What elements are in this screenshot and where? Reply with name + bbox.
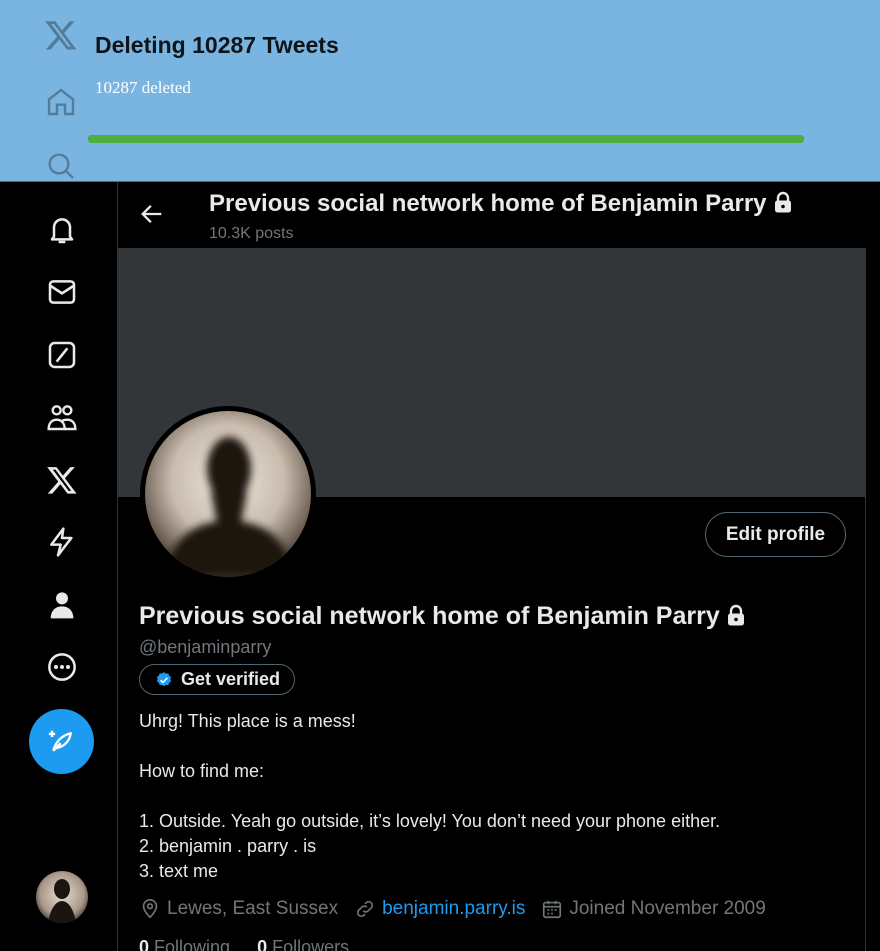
premium-nav[interactable] bbox=[44, 462, 80, 498]
banner-title: Deleting 10287 Tweets bbox=[95, 32, 339, 58]
progress-fill bbox=[88, 135, 804, 143]
followers-label: Followers bbox=[272, 937, 350, 951]
compose-post-button[interactable] bbox=[29, 709, 94, 774]
lock-icon bbox=[774, 191, 791, 213]
follow-stats: 0 Following 0 Followers bbox=[139, 937, 371, 951]
profile-bio: Uhrg! This place is a mess! How to find … bbox=[139, 711, 721, 881]
link-icon bbox=[357, 900, 374, 918]
website-item: benjamin.parry.is bbox=[354, 898, 525, 920]
deletion-progress-bar bbox=[88, 135, 804, 143]
following-link[interactable]: 0 Following bbox=[139, 937, 230, 951]
communities-icon bbox=[47, 405, 77, 431]
premium-x-icon bbox=[47, 467, 77, 494]
account-avatar[interactable] bbox=[36, 871, 88, 923]
profile-avatar-image bbox=[145, 411, 311, 577]
profile-icon bbox=[50, 592, 74, 619]
profile-main-column: Previous social network home of Benjamin… bbox=[117, 182, 866, 951]
get-verified-label: Get verified bbox=[181, 669, 281, 689]
user-handle: @benjaminparry bbox=[139, 637, 272, 657]
messages-nav[interactable] bbox=[44, 274, 80, 310]
location-item: Lewes, East Sussex bbox=[139, 898, 338, 920]
x-logo-icon bbox=[45, 21, 77, 50]
location-text: Lewes, East Sussex bbox=[167, 898, 339, 919]
notifications-nav[interactable] bbox=[44, 212, 80, 248]
get-verified-button[interactable]: Get verified bbox=[139, 664, 296, 695]
verified-orgs-icon bbox=[50, 527, 73, 557]
following-count: 0 bbox=[139, 937, 150, 951]
more-nav[interactable] bbox=[44, 649, 80, 685]
communities-nav[interactable] bbox=[44, 399, 80, 435]
edit-profile-button[interactable]: Edit profile bbox=[705, 512, 846, 557]
left-nav bbox=[0, 182, 117, 951]
bell-icon bbox=[50, 218, 74, 244]
more-icon bbox=[48, 653, 76, 681]
profile-meta: Lewes, East Sussex benjamin.parry.is Joi… bbox=[139, 898, 782, 920]
website-link[interactable]: benjamin.parry.is bbox=[382, 898, 525, 920]
protected-lock-icon bbox=[727, 604, 744, 626]
search-icon bbox=[48, 153, 74, 179]
grok-icon bbox=[48, 341, 76, 369]
profile-nav[interactable] bbox=[44, 587, 80, 623]
followers-link[interactable]: 0 Followers bbox=[257, 937, 349, 951]
mail-icon bbox=[48, 280, 76, 304]
display-name: Previous social network home of Benjamin… bbox=[139, 602, 746, 631]
deletion-progress-banner: Deleting 10287 Tweets 10287 deleted bbox=[0, 0, 880, 182]
grok-nav[interactable] bbox=[44, 337, 80, 373]
avatar-image bbox=[36, 871, 88, 923]
back-arrow-icon[interactable] bbox=[138, 200, 166, 228]
verified-badge-icon bbox=[156, 671, 172, 686]
header-title-text: Previous social network home of Benjamin… bbox=[209, 190, 767, 217]
verified-orgs-nav[interactable] bbox=[44, 524, 80, 560]
header-title: Previous social network home of Benjamin… bbox=[209, 190, 793, 218]
home-icon bbox=[47, 88, 75, 116]
profile-header-bar: Previous social network home of Benjamin… bbox=[118, 182, 866, 248]
followers-count: 0 bbox=[257, 937, 268, 951]
display-name-text: Previous social network home of Benjamin… bbox=[139, 602, 720, 630]
banner-status: 10287 deleted bbox=[95, 78, 191, 97]
compose-feather-icon bbox=[48, 730, 72, 752]
location-pin-icon bbox=[142, 899, 158, 919]
profile-avatar[interactable] bbox=[140, 406, 316, 582]
post-count: 10.3K posts bbox=[209, 225, 294, 242]
following-label: Following bbox=[154, 937, 231, 951]
joined-text: Joined November 2009 bbox=[569, 898, 766, 919]
calendar-icon bbox=[543, 900, 562, 919]
joined-item: Joined November 2009 bbox=[541, 898, 766, 920]
